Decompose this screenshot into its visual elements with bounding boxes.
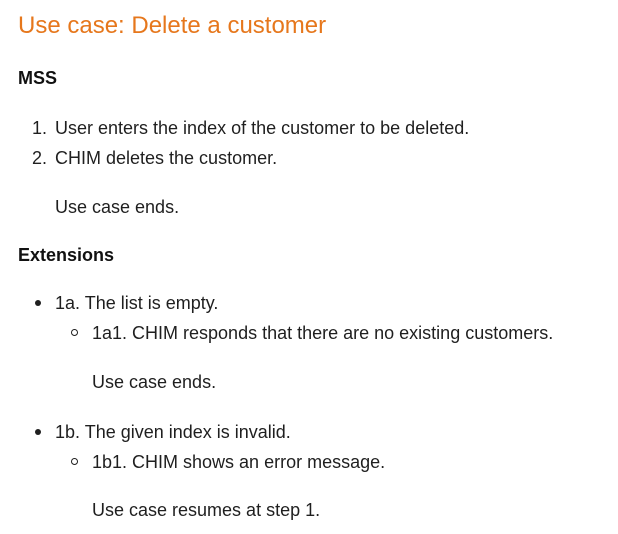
- mss-heading: MSS: [18, 68, 58, 88]
- mss-step-2-text: CHIM deletes the customer.: [55, 148, 278, 168]
- bullet-circle-icon: [71, 329, 78, 336]
- mss-step-2-number: 2.: [32, 148, 48, 168]
- extension-1a-ending: Use case ends.: [92, 372, 217, 392]
- extension-1b-text: 1b. The given index is invalid.: [55, 422, 291, 442]
- bullet-dot-icon: [35, 429, 41, 435]
- mss-step-1-number: 1.: [32, 118, 48, 138]
- extension-1b1-text: 1b1. CHIM shows an error message.: [92, 452, 386, 472]
- page-title: Use case: Delete a customer: [18, 12, 327, 39]
- mss-step-1-text: User enters the index of the customer to…: [55, 118, 470, 138]
- extensions-heading: Extensions: [18, 245, 115, 265]
- mss-ending: Use case ends.: [55, 197, 180, 217]
- bullet-circle-icon: [71, 458, 78, 465]
- extension-1b-ending: Use case resumes at step 1.: [92, 500, 321, 520]
- extension-1a-text: 1a. The list is empty.: [55, 293, 219, 313]
- bullet-dot-icon: [35, 300, 41, 306]
- extension-1a1-text: 1a1. CHIM responds that there are no exi…: [92, 323, 554, 343]
